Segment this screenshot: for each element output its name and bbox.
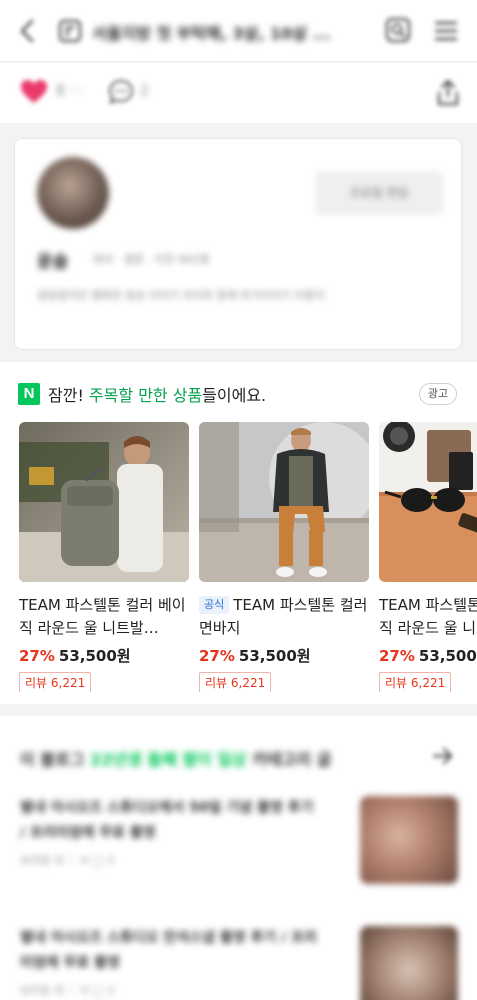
product-price: 53,500원 (58, 647, 131, 665)
product-image-accessories[interactable] (379, 422, 477, 582)
post-thumbnail[interactable] (360, 926, 458, 1000)
blog-icon (58, 19, 82, 43)
naver-logo-icon: N (18, 383, 40, 405)
list-item[interactable]: 별내 아시오즈 스튜디오 만석스냅 촬영 후기 / 프리미엄에 무료 촬영 보라… (20, 926, 460, 1000)
product-name[interactable]: TEAM 파스텔톤 컬러 베이직 라운드 울 니트발… (379, 594, 477, 640)
discount-rate: 27% (199, 647, 235, 665)
blogger-meta: 육아 · 결혼 · 이웃 842명 (93, 253, 210, 266)
page-title: 서울지방 첫 부탁해, 3살, 10살 ... (92, 24, 331, 43)
shopping-ad-section: N 잠깐! 주목할 만한 상품들이에요. 광고 TEAM 파스텔톤 컬러 베이직… (0, 362, 477, 704)
ad-title-suffix: 들이에요. (202, 386, 267, 405)
product-price: 53,500원 (238, 647, 311, 665)
comment-icon[interactable] (108, 79, 134, 105)
ad-title-prefix: 잠깐! (48, 386, 89, 405)
arrow-right-icon[interactable] (432, 746, 454, 766)
price-row: 27%53,500원 (379, 645, 477, 666)
discount-rate: 27% (19, 647, 55, 665)
product-image-man-sitting[interactable] (199, 422, 369, 582)
ad-badge[interactable]: 광고 (419, 383, 457, 405)
price-row: 27%53,500원 (19, 645, 189, 666)
like-count[interactable]: 8 ··· (56, 83, 83, 99)
top-app-bar: 서울지방 첫 부탁해, 3살, 10살 ... (0, 0, 477, 62)
review-count-badge: 리뷰 6,221 (199, 672, 272, 692)
share-icon[interactable] (436, 79, 460, 107)
ad-title: 잠깐! 주목할 만한 상품들이에요. (48, 382, 266, 406)
blogger-profile-card: 프로필 편집 윤슬 육아 · 결혼 · 이웃 842명 양방향지만 행복한 일상… (14, 138, 462, 350)
post-thumbnail[interactable] (360, 796, 458, 884)
profile-edit-button[interactable]: 프로필 편집 (315, 171, 443, 215)
post-action-bar: 8 ··· 2 (0, 63, 477, 123)
comment-count[interactable]: 2 (140, 83, 149, 99)
category-title-suffix: 카테고리 글 (246, 750, 332, 769)
discount-rate: 27% (379, 647, 415, 665)
blogger-nickname[interactable]: 윤슬 (37, 247, 68, 272)
category-title-prefix: 이 블로그 (20, 750, 91, 769)
avatar[interactable] (37, 157, 109, 229)
product-image-backpack[interactable] (19, 422, 189, 582)
product-name[interactable]: 공식 TEAM 파스텔톤 컬러 면바지 (199, 594, 369, 640)
product-name-text: TEAM 파스텔톤 컬러 베이직 라운드 울 니트발… (19, 596, 186, 637)
product-name[interactable]: TEAM 파스텔톤 컬러 베이직 라운드 울 니트발… (19, 594, 189, 640)
official-badge: 공식 (199, 596, 230, 614)
product-card[interactable]: TEAM 파스텔톤 컬러 베이직 라운드 울 니트발… 27%53,500원 리… (19, 422, 189, 692)
category-posts-section: 이 블로그 22년생 둘째 딸이 일상 카테고리 글 별내 아시오즈 스튜디오에… (0, 716, 477, 1000)
post-title[interactable]: 별내 아시오즈 스튜디오 만석스냅 촬영 후기 / 프리미엄에 무료 촬영 (20, 926, 320, 976)
review-count-badge: 리뷰 6,221 (19, 672, 92, 692)
price-row: 27%53,500원 (199, 645, 369, 666)
ad-header: N 잠깐! 주목할 만한 상품들이에요. (18, 382, 266, 406)
category-name: 22년생 둘째 딸이 일상 (90, 750, 247, 769)
product-carousel[interactable]: TEAM 파스텔톤 컬러 베이직 라운드 울 니트발… 27% 53,500원 리… (19, 422, 477, 692)
blogger-description: 양방향지만 행복한 일상 이야기 아이와 함께 하기이야기 이렇지 (37, 289, 325, 302)
review-count-badge: 리뷰 6,221 (379, 672, 452, 692)
post-title[interactable]: 별내 아시오즈 스튜디오에서 50일 기념 촬영 후기 / 프리미엄에 무료 촬… (20, 796, 320, 846)
product-price: 53,500원 (418, 647, 477, 665)
list-item[interactable]: 별내 아시오즈 스튜디오에서 50일 기념 촬영 후기 / 프리미엄에 무료 촬… (20, 796, 460, 884)
product-name-text: TEAM 파스텔톤 컬러 베이직 라운드 울 니트발… (379, 596, 477, 637)
ad-title-highlight: 주목할 만한 상품 (88, 386, 203, 405)
chevron-left-icon[interactable] (16, 18, 40, 44)
product-card[interactable]: TEAM 파스텔톤 컬러 베이직 라운드 울 니트발… 27%53,500원 리… (379, 422, 477, 692)
menu-icon[interactable] (434, 20, 458, 42)
heart-icon[interactable] (20, 79, 48, 105)
search-icon[interactable] (384, 16, 412, 44)
product-card[interactable]: 공식 TEAM 파스텔톤 컬러 면바지 27% 53,500원 리뷰 6,221 (199, 422, 369, 692)
category-title[interactable]: 이 블로그 22년생 둘째 딸이 일상 카테고리 글 (20, 746, 332, 770)
